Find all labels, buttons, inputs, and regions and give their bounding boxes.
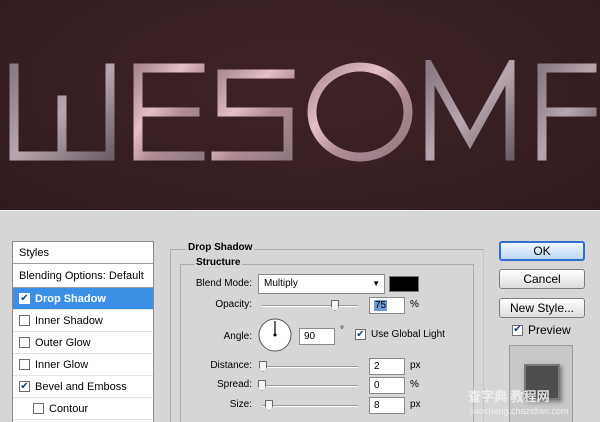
style-item-label: Drop Shadow	[35, 292, 106, 305]
global-light-label: Use Global Light	[371, 329, 445, 340]
bevel-emboss-checkbox[interactable]: ✔	[19, 381, 30, 392]
shadow-color-swatch[interactable]	[389, 276, 419, 292]
style-item-label: Outer Glow	[35, 336, 91, 349]
drop-shadow-checkbox[interactable]: ✔	[19, 293, 30, 304]
styles-list: Styles Blending Options: Default ✔ Drop …	[12, 241, 154, 422]
opacity-unit: %	[410, 299, 419, 310]
preview-label: Preview	[528, 323, 571, 337]
artwork-text	[9, 60, 597, 162]
new-style-button[interactable]: New Style...	[499, 298, 585, 318]
style-item-label: Bevel and Emboss	[35, 380, 127, 393]
inner-glow-checkbox[interactable]	[19, 359, 30, 370]
style-item-inner-glow[interactable]: Inner Glow	[13, 354, 153, 376]
style-item-contour[interactable]: Contour	[13, 398, 153, 420]
size-slider-track[interactable]	[262, 405, 358, 407]
inner-shadow-checkbox[interactable]	[19, 315, 30, 326]
style-item-label: Inner Glow	[35, 358, 89, 371]
distance-unit: px	[410, 360, 421, 371]
angle-label: Angle:	[223, 331, 252, 342]
watermark-text: 查字典 教程网	[468, 389, 550, 404]
cancel-button[interactable]: Cancel	[499, 269, 585, 289]
style-item-outer-glow[interactable]: Outer Glow	[13, 332, 153, 354]
contour-checkbox[interactable]	[33, 403, 44, 414]
opacity-label: Opacity:	[215, 299, 252, 310]
global-light-option[interactable]: ✔ Use Global Light	[355, 329, 445, 340]
distance-slider-track[interactable]	[262, 366, 358, 368]
structure-title: Structure	[194, 257, 243, 268]
blending-options-item[interactable]: Blending Options: Default	[13, 264, 153, 288]
angle-dial[interactable]	[258, 318, 292, 352]
angle-unit: °	[340, 325, 344, 336]
styles-header[interactable]: Styles	[13, 242, 153, 264]
opacity-slider-track[interactable]	[262, 305, 358, 307]
chevron-down-icon: ▼	[372, 279, 380, 288]
spread-input[interactable]: 0	[369, 377, 405, 394]
style-item-inner-shadow[interactable]: Inner Shadow	[13, 310, 153, 332]
blend-mode-value: Multiply	[264, 278, 298, 289]
size-input[interactable]: 8	[369, 397, 405, 414]
global-light-checkbox[interactable]: ✔	[355, 329, 366, 340]
size-unit: px	[410, 399, 421, 410]
preview-checkbox[interactable]: ✔	[512, 324, 523, 336]
spread-label: Spread:	[216, 379, 252, 390]
opacity-input[interactable]: 75	[369, 297, 405, 314]
blend-mode-label: Blend Mode:	[195, 278, 252, 289]
style-item-drop-shadow[interactable]: ✔ Drop Shadow	[13, 288, 153, 310]
canvas-artwork	[0, 0, 600, 212]
size-label: Size:	[229, 399, 252, 410]
drop-shadow-title: Drop Shadow	[186, 242, 255, 253]
angle-input[interactable]: 90	[299, 328, 335, 345]
ok-button[interactable]: OK	[499, 241, 585, 261]
distance-label: Distance:	[210, 360, 252, 371]
watermark-url: jiaocheng.chazidian.com	[470, 406, 569, 416]
spread-slider-track[interactable]	[262, 385, 358, 387]
style-item-label: Contour	[49, 402, 89, 415]
distance-input[interactable]: 2	[369, 358, 405, 375]
style-item-bevel-emboss[interactable]: ✔ Bevel and Emboss	[13, 376, 153, 398]
blend-mode-select[interactable]: Multiply ▼	[258, 274, 385, 294]
preview-option[interactable]: ✔ Preview	[512, 323, 571, 337]
opacity-value: 75	[374, 300, 388, 311]
style-item-label: Inner Shadow	[35, 314, 103, 327]
spread-unit: %	[410, 379, 419, 390]
outer-glow-checkbox[interactable]	[19, 337, 30, 348]
